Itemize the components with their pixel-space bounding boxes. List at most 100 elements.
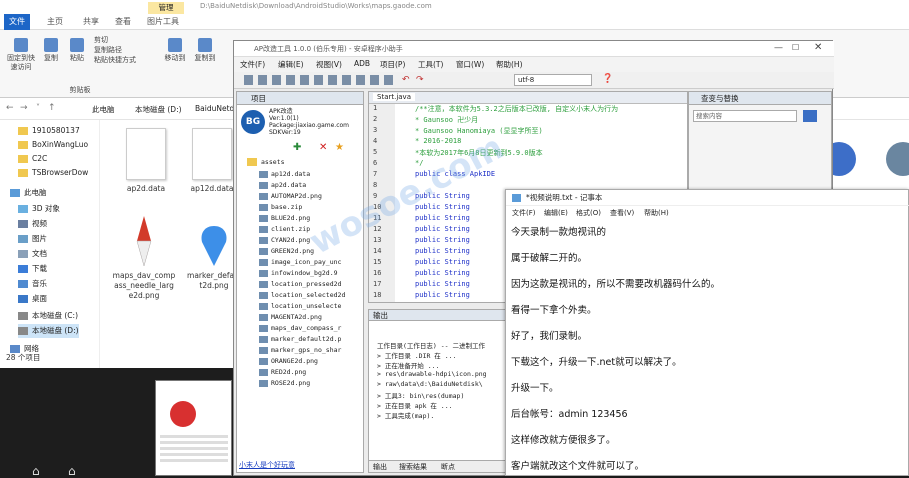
cut-button[interactable]: 剪切: [94, 36, 158, 45]
menu-project[interactable]: 项目(P): [380, 59, 405, 70]
undo-icon[interactable]: ↶: [402, 75, 410, 85]
nav-item-folder[interactable]: 1910580137: [18, 124, 80, 138]
nav-item-documents[interactable]: 文档: [18, 247, 47, 261]
tree-file[interactable]: RED2d.png: [259, 368, 306, 376]
tab-output[interactable]: 输出: [373, 462, 387, 472]
delete-icon[interactable]: ✕: [319, 142, 327, 153]
tree-file[interactable]: infowindow_bg2d.9: [259, 269, 338, 277]
forward-arrow-icon[interactable]: →: [20, 103, 28, 113]
navigation-pane: 1910580137 BoXinWangLuo C2C TSBrowserDow…: [0, 120, 100, 368]
tree-file[interactable]: location_unselecte: [259, 302, 341, 310]
ide-titlebar: AP改造工具 1.0.0 (伯乐专用) - 安卓程序小助手 — ☐ ✕: [234, 41, 834, 57]
breadcrumb-drive-d[interactable]: 本地磁盘 (D:): [135, 104, 182, 115]
output-line: > 正在准备开始 ...: [377, 362, 440, 370]
tree-file[interactable]: MAGENTA2d.png: [259, 313, 322, 321]
search-icon[interactable]: [803, 110, 817, 122]
tree-file[interactable]: image_icon_pay_unc: [259, 258, 341, 266]
copy-to-button[interactable]: 复制到: [192, 38, 218, 63]
tree-file[interactable]: marker_gps_no_shar: [259, 346, 341, 354]
menu-window[interactable]: 窗口(W): [456, 59, 484, 70]
star-icon[interactable]: ★: [335, 142, 344, 153]
up-arrow-icon[interactable]: ↑: [48, 103, 56, 113]
tree-file[interactable]: base.zip: [259, 203, 302, 211]
tab-start-java[interactable]: Start.java: [373, 93, 415, 101]
copy-button[interactable]: 复制: [40, 38, 62, 63]
tree-file[interactable]: location_selected2d: [259, 291, 345, 299]
notepad-menu-help[interactable]: 帮助(H): [644, 208, 669, 218]
menu-help[interactable]: 帮助(H): [496, 59, 523, 70]
tab-home[interactable]: 主页: [42, 14, 68, 30]
back-arrow-icon[interactable]: ←: [6, 103, 14, 113]
tree-file[interactable]: location_pressed2d: [259, 280, 341, 288]
maximize-icon[interactable]: ☐: [792, 43, 799, 52]
nav-item-drive-c[interactable]: 本地磁盘 (C:): [18, 309, 78, 323]
tree-file[interactable]: CYAN2d.png: [259, 236, 310, 244]
tab-share[interactable]: 共享: [78, 14, 104, 30]
output-line: > raw\data\d:\BaiduNetdisk\: [377, 380, 483, 388]
redo-icon[interactable]: ↷: [416, 75, 424, 85]
file-item[interactable]: ap2d.data: [118, 128, 174, 194]
notepad-icon: [512, 194, 521, 202]
add-icon[interactable]: ✚: [293, 142, 301, 153]
nav-item-music[interactable]: 音乐: [18, 277, 47, 291]
move-to-button[interactable]: 移动到: [162, 38, 188, 63]
tree-file[interactable]: client.zip: [259, 225, 310, 233]
nav-item-pictures[interactable]: 图片: [18, 232, 47, 246]
notepad-menu-format[interactable]: 格式(O): [576, 208, 601, 218]
copy-path-button[interactable]: 复制路径: [94, 46, 158, 55]
breadcrumb-this-pc[interactable]: 此电脑: [92, 104, 115, 115]
tab-file[interactable]: 文件: [4, 14, 30, 30]
line-number: 15: [373, 258, 382, 266]
tab-view[interactable]: 查看: [110, 14, 136, 30]
notepad-menu-edit[interactable]: 编辑(E): [544, 208, 568, 218]
chevron-down-icon[interactable]: ˅: [36, 103, 40, 112]
project-toolbar[interactable]: ✚ ✕ ★: [241, 142, 359, 156]
tab-search-results[interactable]: 搜索结果: [399, 462, 427, 472]
tree-file[interactable]: ORANGE2d.png: [259, 357, 318, 365]
close-icon[interactable]: ✕: [814, 42, 822, 53]
paste-button[interactable]: 粘贴: [66, 38, 88, 63]
notepad-menu-file[interactable]: 文件(F): [512, 208, 536, 218]
search-input[interactable]: 搜索内容: [693, 110, 797, 122]
pin-button[interactable]: 固定到快速访问: [4, 38, 38, 72]
footer-link[interactable]: 小末人是个好玩意: [239, 460, 295, 470]
nav-item-folder[interactable]: TSBrowserDow: [18, 166, 88, 180]
nav-item-drive-d[interactable]: 本地磁盘 (D:): [18, 324, 79, 338]
tree-file[interactable]: ap12d.data: [259, 170, 310, 178]
toolbar-icons[interactable]: [244, 75, 394, 85]
nav-item-folder[interactable]: BoXinWangLuo: [18, 138, 88, 152]
notepad-title: *视频说明.txt - 记事本: [526, 193, 603, 202]
notepad-menu-view[interactable]: 查看(V): [610, 208, 634, 218]
tree-file[interactable]: ap2d.data: [259, 181, 306, 189]
tree-file[interactable]: marker_default2d.p: [259, 335, 341, 343]
tree-file[interactable]: ROSE2d.png: [259, 379, 310, 387]
tree-file[interactable]: GREEN2d.png: [259, 247, 314, 255]
nav-item-folder[interactable]: C2C: [18, 152, 47, 166]
manage-tab[interactable]: 管理: [148, 2, 184, 14]
menu-view[interactable]: 视图(V): [316, 59, 342, 70]
paste-shortcut-button[interactable]: 粘贴快捷方式: [94, 56, 158, 65]
taskbar-thumbnail[interactable]: [155, 380, 232, 476]
tab-breakpoints[interactable]: 断点: [441, 462, 455, 472]
tab-picture-tools[interactable]: 图片工具: [142, 14, 184, 30]
menu-edit[interactable]: 编辑(E): [278, 59, 304, 70]
tree-file[interactable]: AUTOMAP2d.png: [259, 192, 322, 200]
help-icon[interactable]: ❓: [602, 74, 613, 84]
nav-item-videos[interactable]: 视频: [18, 217, 47, 231]
encoding-select[interactable]: utf-8: [514, 74, 592, 86]
nav-item-3d[interactable]: 3D 对象: [18, 202, 60, 216]
ide-menubar: 文件(F) 编辑(E) 视图(V) ADB 项目(P) 工具(T) 窗口(W) …: [234, 57, 834, 72]
tree-file[interactable]: BLUE2d.png: [259, 214, 310, 222]
nav-item-desktop[interactable]: 桌面: [18, 292, 47, 306]
code-line: public String: [415, 247, 470, 255]
file-item[interactable]: ap12d.data: [184, 128, 240, 194]
menu-tools[interactable]: 工具(T): [418, 59, 443, 70]
file-item[interactable]: maps_dav_compass_needle_large2d.png: [112, 214, 176, 301]
menu-file[interactable]: 文件(F): [240, 59, 265, 70]
nav-item-this-pc[interactable]: 此电脑: [10, 186, 47, 200]
minimize-icon[interactable]: —: [774, 43, 783, 53]
nav-item-downloads[interactable]: 下载: [18, 262, 47, 276]
tree-file[interactable]: maps_dav_compass_r: [259, 324, 341, 332]
tree-folder[interactable]: assets: [247, 158, 284, 166]
menu-adb[interactable]: ADB: [354, 59, 370, 68]
